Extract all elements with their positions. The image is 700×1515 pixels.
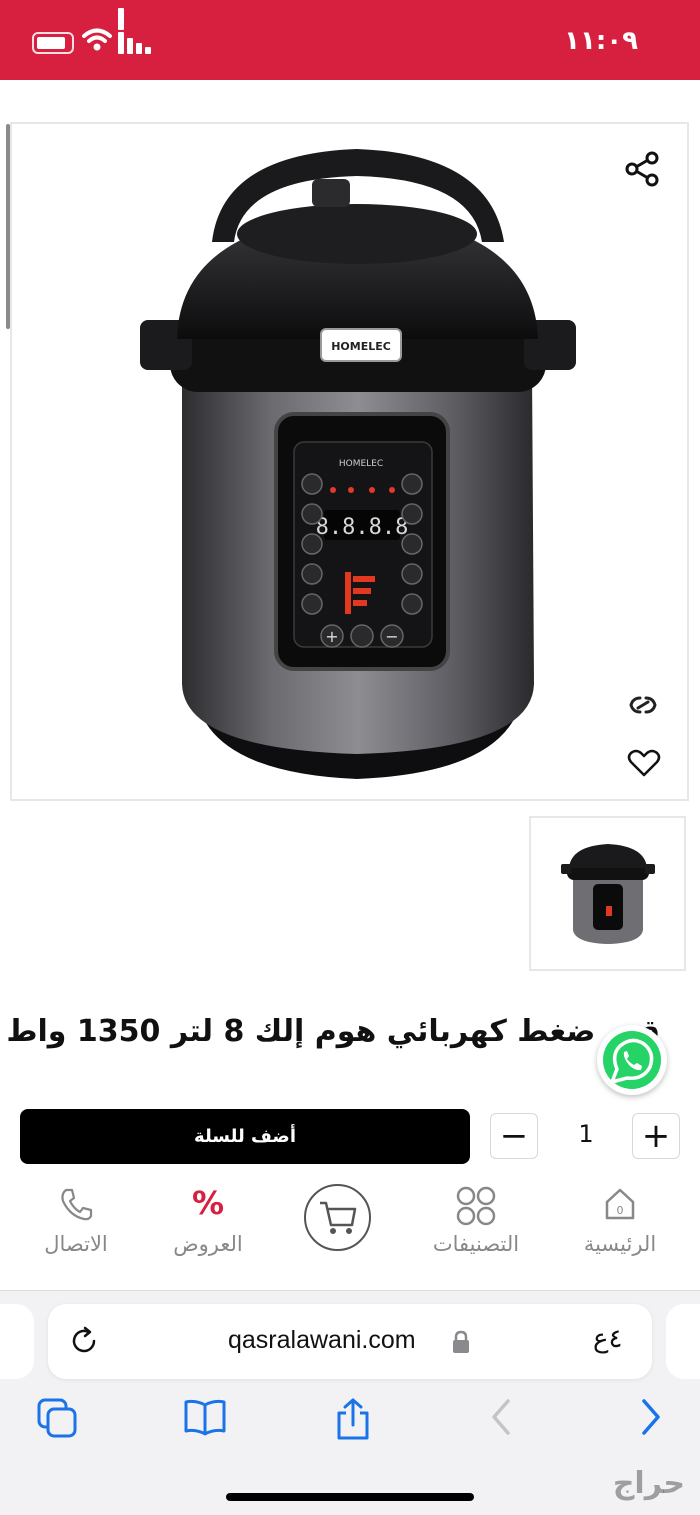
whatsapp-icon	[603, 1031, 661, 1089]
status-bar: ١١:٠٩	[0, 0, 700, 80]
whatsapp-button[interactable]	[597, 1025, 667, 1095]
svg-text:HOMELEC: HOMELEC	[339, 459, 383, 469]
svg-text:+: +	[325, 627, 338, 646]
link-icon[interactable]	[625, 690, 661, 720]
previous-tab-preview[interactable]	[0, 1304, 34, 1379]
next-tab-preview[interactable]	[666, 1304, 700, 1379]
cart-icon	[320, 1201, 357, 1234]
nav-contact[interactable]: الاتصال	[16, 1180, 136, 1270]
status-time: ١١:٠٩	[564, 26, 638, 56]
quantity-increase-button[interactable]: +	[632, 1113, 680, 1159]
url-text: qasralawani.com	[228, 1326, 416, 1354]
nav-categories-label: التصنيفات	[432, 1232, 520, 1256]
haraj-watermark: حراج	[612, 1466, 685, 1501]
share-icon[interactable]	[623, 150, 661, 188]
product-main-image[interactable]: HOMELEC HOMELEC 8.8.8.8 + −	[10, 122, 689, 801]
grid-icon	[456, 1186, 496, 1226]
reload-icon[interactable]	[68, 1325, 100, 1357]
panel-display: 8.8.8.8	[316, 515, 409, 540]
battery-icon	[32, 32, 74, 54]
home-indicator[interactable]	[226, 1493, 474, 1501]
nav-home[interactable]: 0 الرئيسية	[560, 1180, 680, 1270]
forward-icon[interactable]	[638, 1397, 664, 1437]
pressure-cooker-image: HOMELEC HOMELEC 8.8.8.8 + −	[140, 149, 576, 779]
nav-contact-label: الاتصال	[44, 1232, 108, 1256]
quantity-value[interactable]: 1	[562, 1120, 610, 1148]
quantity-decrease-button[interactable]: −	[490, 1113, 538, 1159]
address-bar[interactable]: qasralawani.com ٤ع	[48, 1304, 652, 1379]
cart-button[interactable]	[304, 1184, 371, 1251]
svg-text:0: 0	[617, 1204, 624, 1217]
brand-logo-text: HOMELEC	[331, 340, 391, 353]
bookmarks-icon[interactable]	[183, 1397, 227, 1437]
phone-icon	[61, 1188, 93, 1221]
svg-text:−: −	[385, 627, 398, 646]
nav-categories[interactable]: التصنيفات	[416, 1180, 536, 1270]
tabs-icon[interactable]	[36, 1397, 78, 1439]
product-thumbnail[interactable]	[529, 816, 686, 971]
heart-icon[interactable]	[627, 748, 661, 778]
share-sheet-icon[interactable]	[334, 1397, 372, 1441]
pressure-cooker-thumbnail-icon	[561, 844, 655, 944]
nav-offers[interactable]: % العروض	[148, 1180, 268, 1270]
nav-offers-label: العروض	[173, 1232, 243, 1256]
lock-icon	[453, 1330, 469, 1353]
product-title: قدر ضغط كهربائي هوم إلك 8 لتر 1350 واط	[6, 1014, 660, 1049]
back-icon[interactable]	[488, 1397, 514, 1437]
percent-icon: %	[191, 1184, 225, 1222]
add-to-cart-button[interactable]: أضف للسلة	[20, 1109, 470, 1164]
home-icon: 0	[605, 1188, 635, 1220]
text-size-button[interactable]: ٤ع	[593, 1324, 622, 1354]
nav-home-label: الرئيسية	[583, 1232, 657, 1256]
wifi-icon	[82, 28, 112, 51]
cellular-signal-icon	[118, 32, 151, 54]
